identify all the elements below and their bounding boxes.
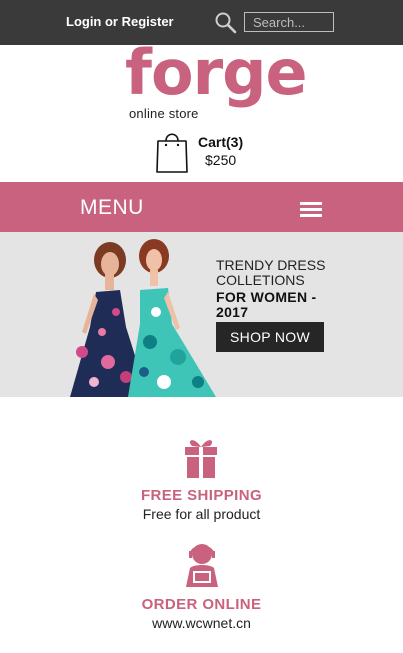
free-shipping-title: FREE SHIPPING: [140, 487, 263, 504]
login-register-link[interactable]: Login or Register: [66, 14, 174, 29]
customer-support-icon: [186, 544, 218, 587]
cart-count[interactable]: Cart(3): [198, 134, 243, 150]
order-online-title: ORDER ONLINE: [141, 596, 262, 613]
menu-bar[interactable]: MENU: [0, 182, 403, 232]
search-icon[interactable]: [214, 11, 238, 35]
banner-subheadline: FOR WOMEN - 2017: [216, 289, 317, 320]
models-image: [70, 239, 216, 397]
order-online-subtitle[interactable]: www.wcwnet.cn: [0, 615, 403, 631]
shopping-bag-icon[interactable]: [155, 128, 189, 174]
cart-total: $250: [205, 152, 237, 168]
brand-logo[interactable]: forge online store: [125, 42, 308, 124]
logo-tagline: online store: [129, 106, 199, 121]
promo-banner: TRENDY DRESS COLLETIONS FOR WOMEN - 2017…: [0, 232, 403, 397]
banner-headline: TRENDY DRESS COLLETIONS: [216, 257, 326, 288]
hamburger-icon[interactable]: [300, 202, 322, 218]
menu-label[interactable]: MENU: [80, 196, 144, 220]
gift-icon: [185, 440, 217, 478]
logo-wordmark: forge: [125, 36, 308, 109]
free-shipping-subtitle: Free for all product: [142, 506, 261, 522]
shop-now-button[interactable]: SHOP NOW: [216, 322, 324, 352]
search-input[interactable]: [244, 12, 334, 32]
